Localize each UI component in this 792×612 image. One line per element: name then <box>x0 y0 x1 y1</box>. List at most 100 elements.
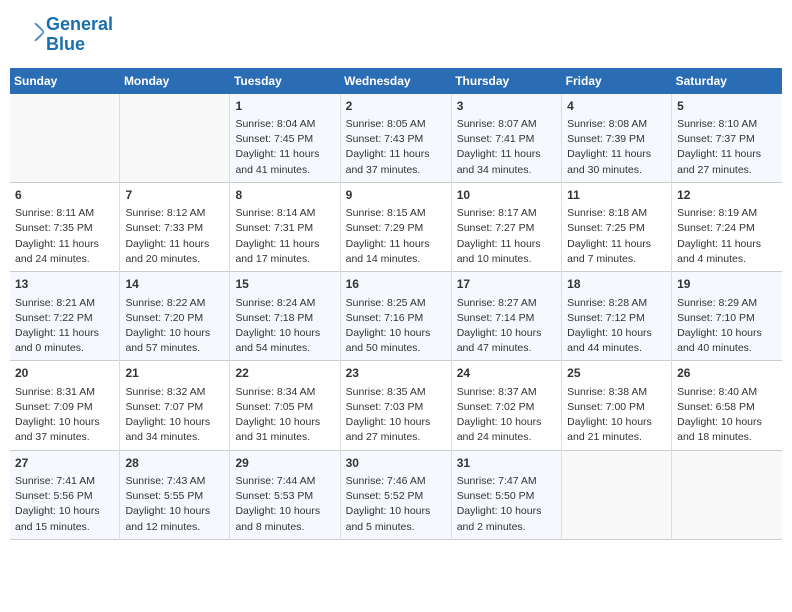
calendar-cell: 31 Sunrise: 7:47 AM Sunset: 5:50 PM Dayli… <box>451 450 561 539</box>
day-info: Sunrise: 8:15 AM Sunset: 7:29 PM Dayligh… <box>346 206 446 267</box>
day-number: 27 <box>15 455 114 472</box>
calendar-cell: 5 Sunrise: 8:10 AM Sunset: 7:37 PM Daylig… <box>672 94 782 183</box>
calendar-cell: 10 Sunrise: 8:17 AM Sunset: 7:27 PM Dayli… <box>451 182 561 271</box>
day-info: Sunrise: 7:46 AM Sunset: 5:52 PM Dayligh… <box>346 474 446 535</box>
weekday-header: Thursday <box>451 68 561 94</box>
calendar-cell: 28 Sunrise: 7:43 AM Sunset: 5:55 PM Dayli… <box>120 450 230 539</box>
calendar-cell: 19Sunrise: 8:29 AM Sunset: 7:10 PM Dayli… <box>672 272 782 361</box>
calendar-cell: 9 Sunrise: 8:15 AM Sunset: 7:29 PM Daylig… <box>340 182 451 271</box>
calendar-table: SundayMondayTuesdayWednesdayThursdayFrid… <box>10 68 782 540</box>
calendar-cell: 13 Sunrise: 8:21 AM Sunset: 7:22 PM Dayli… <box>10 272 120 361</box>
calendar-cell: 7 Sunrise: 8:12 AM Sunset: 7:33 PM Daylig… <box>120 182 230 271</box>
day-info: Sunrise: 8:05 AM Sunset: 7:43 PM Dayligh… <box>346 117 446 178</box>
calendar-cell <box>672 450 782 539</box>
day-number: 9 <box>346 187 446 204</box>
calendar-cell: 17 Sunrise: 8:27 AM Sunset: 7:14 PM Dayli… <box>451 272 561 361</box>
day-info: Sunrise: 8:21 AM Sunset: 7:22 PM Dayligh… <box>15 296 114 357</box>
weekday-header: Saturday <box>672 68 782 94</box>
day-info: Sunrise: 8:37 AM Sunset: 7:02 PM Dayligh… <box>457 385 556 446</box>
day-info: Sunrise: 8:17 AM Sunset: 7:27 PM Dayligh… <box>457 206 556 267</box>
day-info: Sunrise: 7:43 AM Sunset: 5:55 PM Dayligh… <box>125 474 224 535</box>
calendar-cell: 16Sunrise: 8:25 AM Sunset: 7:16 PM Dayli… <box>340 272 451 361</box>
calendar-cell <box>10 94 120 183</box>
day-info: Sunrise: 8:12 AM Sunset: 7:33 PM Dayligh… <box>125 206 224 267</box>
day-number: 17 <box>457 276 556 293</box>
calendar-week-row: 20Sunrise: 8:31 AM Sunset: 7:09 PM Dayli… <box>10 361 782 450</box>
weekday-header: Wednesday <box>340 68 451 94</box>
day-info: Sunrise: 8:24 AM Sunset: 7:18 PM Dayligh… <box>235 296 334 357</box>
day-number: 24 <box>457 365 556 382</box>
day-number: 19 <box>677 276 777 293</box>
day-info: Sunrise: 8:40 AM Sunset: 6:58 PM Dayligh… <box>677 385 777 446</box>
day-info: Sunrise: 7:41 AM Sunset: 5:56 PM Dayligh… <box>15 474 114 535</box>
day-number: 6 <box>15 187 114 204</box>
calendar-cell: 6 Sunrise: 8:11 AM Sunset: 7:35 PM Daylig… <box>10 182 120 271</box>
calendar-cell: 25 Sunrise: 8:38 AM Sunset: 7:00 PM Dayli… <box>562 361 672 450</box>
day-info: Sunrise: 7:47 AM Sunset: 5:50 PM Dayligh… <box>457 474 556 535</box>
calendar-header: SundayMondayTuesdayWednesdayThursdayFrid… <box>10 68 782 94</box>
calendar-cell: 20Sunrise: 8:31 AM Sunset: 7:09 PM Dayli… <box>10 361 120 450</box>
weekday-header: Friday <box>562 68 672 94</box>
weekday-header: Monday <box>120 68 230 94</box>
day-number: 11 <box>567 187 666 204</box>
calendar-cell: 1Sunrise: 8:04 AM Sunset: 7:45 PM Daylig… <box>230 94 340 183</box>
calendar-cell: 22 Sunrise: 8:34 AM Sunset: 7:05 PM Dayli… <box>230 361 340 450</box>
day-info: Sunrise: 8:22 AM Sunset: 7:20 PM Dayligh… <box>125 296 224 357</box>
day-number: 25 <box>567 365 666 382</box>
day-number: 30 <box>346 455 446 472</box>
calendar-cell: 23 Sunrise: 8:35 AM Sunset: 7:03 PM Dayli… <box>340 361 451 450</box>
day-info: Sunrise: 8:19 AM Sunset: 7:24 PM Dayligh… <box>677 206 777 267</box>
calendar-cell: 12 Sunrise: 8:19 AM Sunset: 7:24 PM Dayli… <box>672 182 782 271</box>
day-number: 14 <box>125 276 224 293</box>
day-info: Sunrise: 8:35 AM Sunset: 7:03 PM Dayligh… <box>346 385 446 446</box>
calendar-cell: 8 Sunrise: 8:14 AM Sunset: 7:31 PM Daylig… <box>230 182 340 271</box>
calendar-cell: 11 Sunrise: 8:18 AM Sunset: 7:25 PM Dayli… <box>562 182 672 271</box>
calendar-cell: 24 Sunrise: 8:37 AM Sunset: 7:02 PM Dayli… <box>451 361 561 450</box>
day-info: Sunrise: 8:38 AM Sunset: 7:00 PM Dayligh… <box>567 385 666 446</box>
day-info: Sunrise: 8:18 AM Sunset: 7:25 PM Dayligh… <box>567 206 666 267</box>
day-number: 29 <box>235 455 334 472</box>
day-info: Sunrise: 8:34 AM Sunset: 7:05 PM Dayligh… <box>235 385 334 446</box>
day-number: 3 <box>457 98 556 115</box>
day-info: Sunrise: 8:08 AM Sunset: 7:39 PM Dayligh… <box>567 117 666 178</box>
day-info: Sunrise: 7:44 AM Sunset: 5:53 PM Dayligh… <box>235 474 334 535</box>
calendar-cell: 14 Sunrise: 8:22 AM Sunset: 7:20 PM Dayli… <box>120 272 230 361</box>
day-info: Sunrise: 8:14 AM Sunset: 7:31 PM Dayligh… <box>235 206 334 267</box>
page-header: GeneralBlue <box>10 10 782 60</box>
calendar-cell: 18Sunrise: 8:28 AM Sunset: 7:12 PM Dayli… <box>562 272 672 361</box>
day-number: 10 <box>457 187 556 204</box>
calendar-cell <box>120 94 230 183</box>
calendar-cell: 4 Sunrise: 8:08 AM Sunset: 7:39 PM Daylig… <box>562 94 672 183</box>
weekday-header: Sunday <box>10 68 120 94</box>
day-info: Sunrise: 8:25 AM Sunset: 7:16 PM Dayligh… <box>346 296 446 357</box>
calendar-cell: 15Sunrise: 8:24 AM Sunset: 7:18 PM Dayli… <box>230 272 340 361</box>
day-number: 13 <box>15 276 114 293</box>
calendar-body: 1Sunrise: 8:04 AM Sunset: 7:45 PM Daylig… <box>10 94 782 540</box>
day-number: 31 <box>457 455 556 472</box>
calendar-cell: 29 Sunrise: 7:44 AM Sunset: 5:53 PM Dayli… <box>230 450 340 539</box>
day-number: 28 <box>125 455 224 472</box>
calendar-cell: 30 Sunrise: 7:46 AM Sunset: 5:52 PM Dayli… <box>340 450 451 539</box>
day-number: 7 <box>125 187 224 204</box>
day-number: 23 <box>346 365 446 382</box>
calendar-week-row: 6 Sunrise: 8:11 AM Sunset: 7:35 PM Daylig… <box>10 182 782 271</box>
day-number: 12 <box>677 187 777 204</box>
day-number: 8 <box>235 187 334 204</box>
day-info: Sunrise: 8:28 AM Sunset: 7:12 PM Dayligh… <box>567 296 666 357</box>
calendar-week-row: 27 Sunrise: 7:41 AM Sunset: 5:56 PM Dayli… <box>10 450 782 539</box>
day-info: Sunrise: 8:32 AM Sunset: 7:07 PM Dayligh… <box>125 385 224 446</box>
day-number: 5 <box>677 98 777 115</box>
day-info: Sunrise: 8:27 AM Sunset: 7:14 PM Dayligh… <box>457 296 556 357</box>
day-info: Sunrise: 8:11 AM Sunset: 7:35 PM Dayligh… <box>15 206 114 267</box>
day-info: Sunrise: 8:04 AM Sunset: 7:45 PM Dayligh… <box>235 117 334 178</box>
logo: GeneralBlue <box>20 15 113 55</box>
day-info: Sunrise: 8:31 AM Sunset: 7:09 PM Dayligh… <box>15 385 114 446</box>
day-info: Sunrise: 8:07 AM Sunset: 7:41 PM Dayligh… <box>457 117 556 178</box>
day-info: Sunrise: 8:10 AM Sunset: 7:37 PM Dayligh… <box>677 117 777 178</box>
day-number: 21 <box>125 365 224 382</box>
day-number: 4 <box>567 98 666 115</box>
calendar-week-row: 13 Sunrise: 8:21 AM Sunset: 7:22 PM Dayli… <box>10 272 782 361</box>
day-number: 2 <box>346 98 446 115</box>
day-number: 22 <box>235 365 334 382</box>
calendar-cell <box>562 450 672 539</box>
